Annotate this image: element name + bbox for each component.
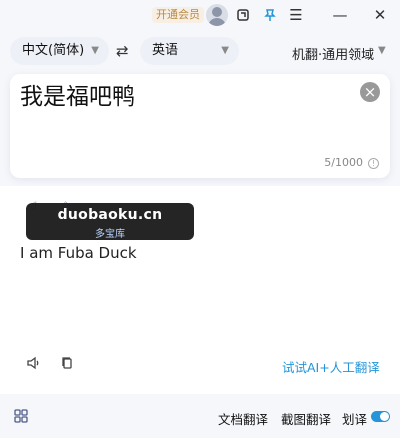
title-bar: 开通会员 ☰ — ✕ xyxy=(0,0,400,30)
swap-language-icon[interactable]: ⇄ xyxy=(116,42,129,60)
bottom-toolbar: 文档翻译 截图翻译 划译 xyxy=(0,400,400,438)
info-icon[interactable]: ! xyxy=(368,158,379,169)
watermark-sub: 多宝库 xyxy=(95,229,125,240)
source-input-card: 我是福吧鸭 × 5/1000 ! xyxy=(10,74,390,178)
grid-icon[interactable] xyxy=(14,409,28,427)
vip-button[interactable]: 开通会员 xyxy=(152,7,204,23)
pin-icon-svg xyxy=(264,9,276,21)
pin-icon[interactable] xyxy=(260,5,280,25)
copy-icon-svg xyxy=(62,357,72,369)
translation-text: I am Fuba Duck xyxy=(20,244,137,262)
grid-icon-svg xyxy=(14,409,28,423)
chevron-down-icon: ▼ xyxy=(91,45,99,56)
chevron-down-icon: ▼ xyxy=(378,45,386,56)
source-language-label: 中文(简体) xyxy=(22,43,85,58)
watermark-overlay: duobaoku.cn 多宝库 xyxy=(26,203,194,240)
toggle-screen-icon[interactable] xyxy=(233,5,253,25)
source-language-select[interactable]: 中文(简体) ▼ xyxy=(10,37,109,65)
source-text[interactable]: 我是福吧鸭 xyxy=(20,82,135,112)
close-icon[interactable]: ✕ xyxy=(370,5,390,25)
character-count: 5/1000 xyxy=(324,156,363,169)
speaker-icon-svg xyxy=(27,356,39,370)
screenshot-translate-link[interactable]: 截图翻译 xyxy=(281,409,331,428)
minimize-icon[interactable]: — xyxy=(330,5,350,25)
ai-translate-link[interactable]: 试试AI+人工翻译 xyxy=(282,357,380,376)
user-avatar[interactable] xyxy=(206,4,228,26)
target-language-select[interactable]: 英语 ▼ xyxy=(140,37,239,65)
target-language-label: 英语 xyxy=(152,43,179,58)
copy-icon[interactable] xyxy=(58,355,76,373)
engine-select[interactable]: 机翻·通用领域 xyxy=(292,44,374,63)
clear-input-button[interactable]: × xyxy=(360,82,380,102)
document-translate-link[interactable]: 文档翻译 xyxy=(218,409,268,428)
language-bar: 中文(简体) ▼ ⇄ 英语 ▼ 机翻·通用领域 ▼ xyxy=(0,37,400,67)
selection-translate-link[interactable]: 划译 xyxy=(342,409,367,428)
selection-translate-toggle[interactable] xyxy=(371,411,390,422)
chevron-down-icon: ▼ xyxy=(221,45,229,56)
speaker-icon[interactable] xyxy=(24,355,42,373)
toggle-screen-icon-svg xyxy=(237,9,249,21)
watermark-main: duobaoku.cn xyxy=(57,207,163,223)
menu-icon[interactable]: ☰ xyxy=(286,5,306,25)
